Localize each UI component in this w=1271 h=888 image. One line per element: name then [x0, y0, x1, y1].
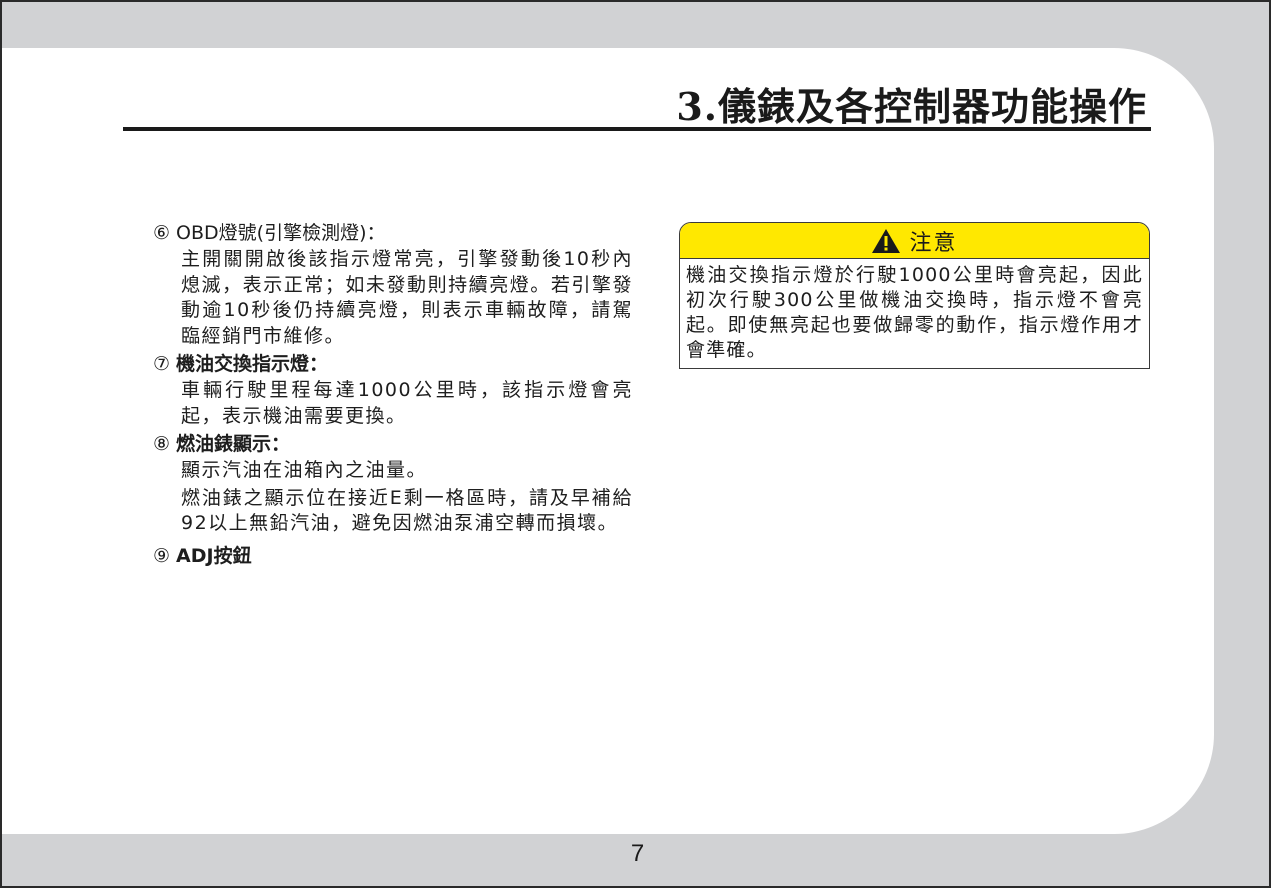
page-number: 7 — [630, 840, 645, 867]
item-body: 主開關開啟後該指示燈常亮，引擎發動後10秒內熄滅，表示正常；如未發動則持續亮燈。… — [153, 247, 633, 349]
item-heading-text: 燃油錶顯示： — [176, 433, 291, 455]
item-heading: ⑥ OBD燈號(引擎檢測燈)： — [153, 220, 633, 247]
item-number: ⑦ — [153, 353, 171, 375]
list-item-obd: ⑥ OBD燈號(引擎檢測燈)： 主開關開啟後該指示燈常亮，引擎發動後10秒內熄滅，… — [153, 220, 633, 349]
item-heading-text: 機油交換指示燈： — [176, 353, 329, 375]
page-title: 3.儀錶及各控制器功能操作 — [676, 84, 1147, 129]
item-number: ⑧ — [153, 433, 171, 455]
item-heading-text: OBD燈號(引擎檢測燈)： — [176, 222, 386, 244]
item-heading: ⑦ 機油交換指示燈： — [153, 351, 633, 378]
list-item-adj-button: ⑨ ADJ按鈕 — [153, 543, 633, 570]
item-number: ⑨ — [153, 544, 171, 567]
list-item-oil-change: ⑦ 機油交換指示燈： 車輛行駛里程每達1000公里時，該指示燈會亮起，表示機油需要… — [153, 351, 633, 429]
item-heading-text: ADJ按鈕 — [176, 544, 252, 567]
caution-box: 注意 機油交換指示燈於行駛1000公里時會亮起，因此初次行駛300公里做機油交換… — [679, 222, 1150, 369]
caution-title: 注意 — [909, 230, 958, 256]
item-body: 車輛行駛里程每達1000公里時，該指示燈會亮起，表示機油需要更換。 — [153, 378, 633, 429]
indicator-list: ⑥ OBD燈號(引擎檢測燈)： 主開關開啟後該指示燈常亮，引擎發動後10秒內熄滅，… — [153, 220, 633, 570]
item-heading: ⑧ 燃油錶顯示： — [153, 431, 633, 458]
item-paragraph: 車輛行駛里程每達1000公里時，該指示燈會亮起，表示機油需要更換。 — [181, 379, 633, 427]
caution-header: 注意 — [680, 223, 1149, 259]
item-paragraph: 顯示汽油在油箱內之油量。 — [181, 459, 428, 481]
item-number: ⑥ — [153, 222, 171, 244]
caution-text: 機油交換指示燈於行駛1000公里時會亮起，因此初次行駛300公里做機油交換時，指… — [686, 264, 1143, 361]
item-paragraph: 燃油錶之顯示位在接近E剩一格區時，請及早補給92以上無鉛汽油，避免因燃油泵浦空轉… — [181, 486, 633, 535]
title-rule — [123, 127, 1151, 131]
item-body: 顯示汽油在油箱內之油量。 燃油錶之顯示位在接近E剩一格區時，請及早補給92以上無… — [153, 458, 633, 537]
page-frame: 3.儀錶及各控制器功能操作 ⑥ OBD燈號(引擎檢測燈)： 主開關開啟後該指示燈常… — [0, 0, 1271, 888]
warning-triangle-icon — [872, 228, 901, 253]
item-heading: ⑨ ADJ按鈕 — [153, 543, 633, 570]
list-item-fuel-gauge: ⑧ 燃油錶顯示： 顯示汽油在油箱內之油量。 燃油錶之顯示位在接近E剩一格區時，請及… — [153, 431, 633, 537]
item-paragraph: 主開關開啟後該指示燈常亮，引擎發動後10秒內熄滅，表示正常；如未發動則持續亮燈。… — [181, 248, 633, 347]
